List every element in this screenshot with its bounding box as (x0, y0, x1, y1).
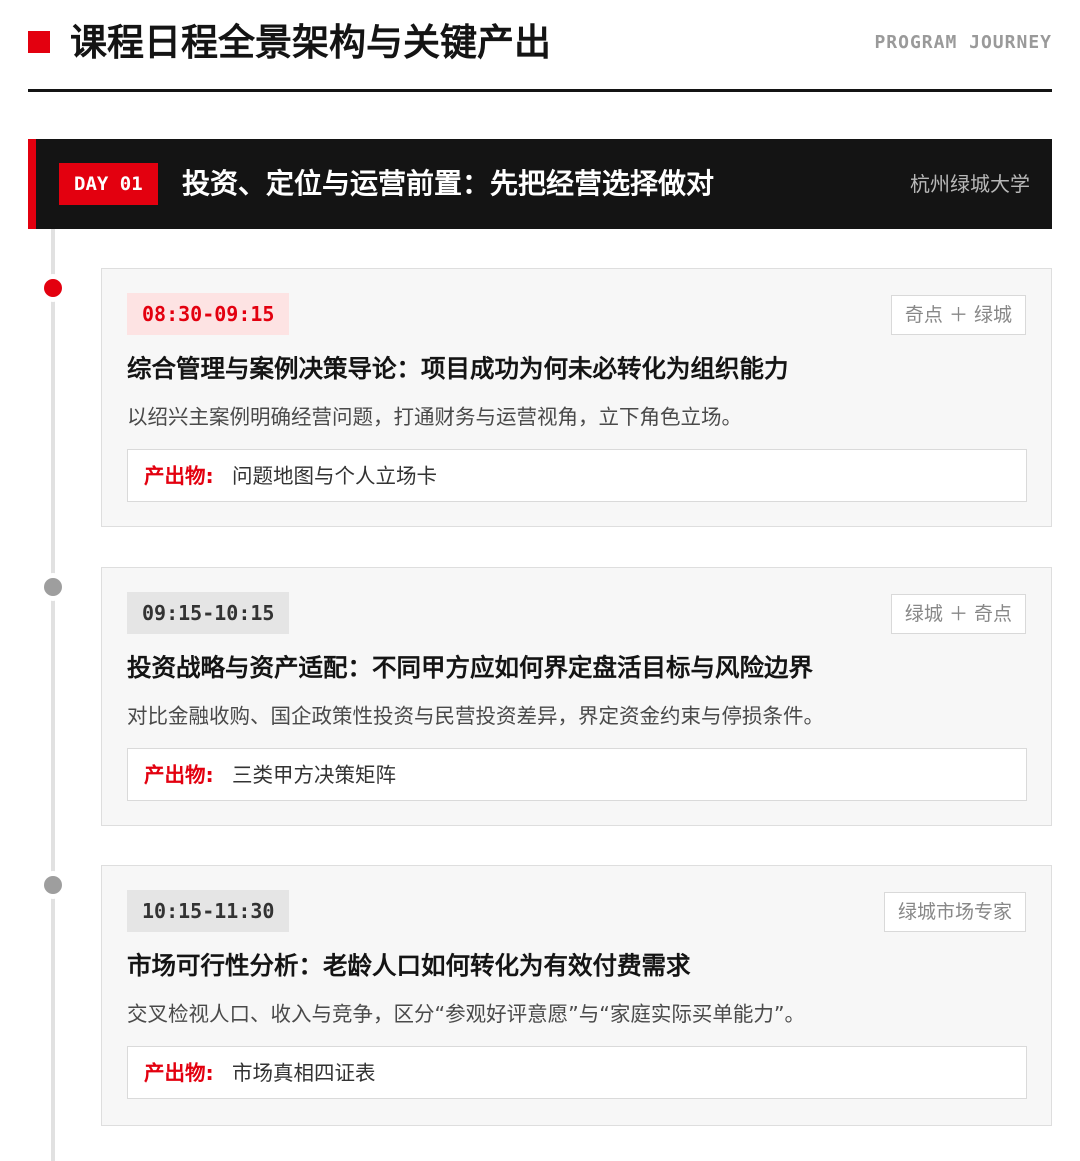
timeline-dot (44, 578, 62, 596)
day-badge: DAY 01 (59, 163, 158, 205)
timeline-dot-active (44, 279, 62, 297)
session-output-box: 产出物: 市场真相四证表 (127, 1046, 1027, 1099)
header-accent-square (28, 31, 50, 53)
session-speaker-tag: 绿城市场专家 (883, 892, 1026, 932)
timeline-dot (44, 876, 62, 894)
page-title: 课程日程全景架构与关键产出 (70, 21, 551, 64)
session-speaker-tag: 绿城 ＋ 奇点 (890, 594, 1026, 634)
output-value: 市场真相四证表 (232, 1061, 376, 1085)
output-value: 问题地图与个人立场卡 (232, 464, 437, 488)
session-description: 对比金融收购、国企政策性投资与民营投资差异，界定资金约束与停损条件。 (127, 704, 824, 728)
session-title: 综合管理与案例决策导论：项目成功为何未必转化为组织能力 (127, 354, 789, 383)
day-banner: DAY 01 投资、定位与运营前置：先把经营选择做对 杭州绿城大学 (28, 139, 1052, 229)
session-speaker-tag: 奇点 ＋ 绿城 (890, 295, 1026, 335)
session-card: 09:15-10:15 绿城 ＋ 奇点 投资战略与资产适配：不同甲方应如何界定盘… (101, 567, 1052, 826)
output-label: 产出物: (144, 1061, 214, 1085)
session-time-badge: 10:15-11:30 (127, 890, 290, 932)
page-header: 课程日程全景架构与关键产出 PROGRAM JOURNEY (28, 0, 1052, 92)
day-location: 杭州绿城大学 (910, 172, 1030, 196)
timeline-line (51, 229, 55, 1161)
output-value: 三类甲方决策矩阵 (232, 763, 396, 787)
session-time-badge: 08:30-09:15 (127, 293, 290, 335)
session-card: 10:15-11:30 绿城市场专家 市场可行性分析：老龄人口如何转化为有效付费… (101, 865, 1052, 1126)
output-label: 产出物: (144, 464, 214, 488)
session-description: 交叉检视人口、收入与竞争，区分“参观好评意愿”与“家庭实际买单能力”。 (127, 1002, 805, 1026)
output-label: 产出物: (144, 763, 214, 787)
day-title: 投资、定位与运营前置：先把经营选择做对 (182, 167, 715, 200)
session-output-box: 产出物: 三类甲方决策矩阵 (127, 748, 1027, 801)
session-card: 08:30-09:15 奇点 ＋ 绿城 综合管理与案例决策导论：项目成功为何未必… (101, 268, 1052, 527)
session-output-box: 产出物: 问题地图与个人立场卡 (127, 449, 1027, 502)
session-description: 以绍兴主案例明确经营问题，打通财务与运营视角，立下角色立场。 (127, 405, 742, 429)
session-time-badge: 09:15-10:15 (127, 592, 290, 634)
session-title: 市场可行性分析：老龄人口如何转化为有效付费需求 (127, 951, 691, 980)
session-title: 投资战略与资产适配：不同甲方应如何界定盘活目标与风险边界 (127, 653, 813, 682)
page-subtitle: PROGRAM JOURNEY (874, 32, 1052, 53)
